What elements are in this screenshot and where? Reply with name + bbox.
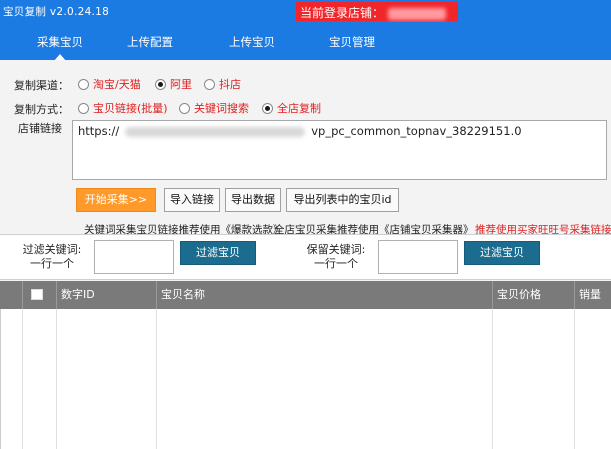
radio-channel-taobao[interactable]: 淘宝/天猫 bbox=[78, 76, 141, 92]
grid-divider bbox=[492, 309, 493, 449]
radio-method-whole-store[interactable]: 全店复制 bbox=[262, 100, 321, 116]
radio-label: 阿里 bbox=[170, 78, 192, 91]
exclude-keywords-label: 过滤关键词: 一行一个 bbox=[22, 243, 82, 271]
grid-divider bbox=[22, 309, 23, 449]
col-sales[interactable]: 销量 bbox=[574, 281, 611, 309]
radio-label: 淘宝/天猫 bbox=[93, 78, 141, 91]
method-label: 复制方式： bbox=[14, 103, 69, 116]
url-suffix: vp_pc_common_topnav_38229151.0 bbox=[311, 124, 522, 138]
tab-collect-items[interactable]: 采集宝贝 bbox=[30, 34, 90, 61]
current-store-label: 当前登录店铺： bbox=[300, 6, 385, 20]
tab-upload-config[interactable]: 上传配置 bbox=[120, 34, 180, 50]
channel-label: 复制渠道： bbox=[14, 79, 69, 92]
col-numeric-id[interactable]: 数字ID bbox=[56, 281, 156, 309]
radio-label: 抖店 bbox=[219, 78, 241, 91]
url-redacted bbox=[125, 126, 306, 137]
import-links-button[interactable]: 导入链接 bbox=[164, 188, 220, 212]
keep-label-line1: 保留关键词: bbox=[306, 243, 366, 256]
exclude-filter-button[interactable]: 过滤宝贝 bbox=[180, 241, 256, 265]
export-item-ids-button[interactable]: 导出列表中的宝贝id bbox=[286, 188, 399, 212]
app-title: 宝贝复制 v2.0.24.18 bbox=[3, 6, 110, 18]
col-item-name[interactable]: 宝贝名称 bbox=[156, 281, 492, 309]
radio-method-keyword[interactable]: 关键词搜索 bbox=[179, 100, 249, 116]
radio-dot bbox=[155, 78, 166, 90]
grid-divider bbox=[156, 309, 157, 449]
title-bar: 宝贝复制 v2.0.24.18 当前登录店铺： bbox=[0, 0, 611, 22]
radio-channel-douyin[interactable]: 抖店 bbox=[204, 76, 241, 92]
exclude-label-line1: 过滤关键词: bbox=[22, 243, 82, 256]
grid-divider bbox=[56, 309, 57, 449]
export-data-button[interactable]: 导出数据 bbox=[225, 188, 281, 212]
radio-channel-ali[interactable]: 阿里 bbox=[155, 76, 192, 92]
radio-label: 关键词搜索 bbox=[194, 102, 249, 115]
select-all-column[interactable] bbox=[22, 281, 56, 309]
filter-panel: 过滤关键词: 一行一个 过滤宝贝 保留关键词: 一行一个 过滤宝贝 bbox=[0, 234, 611, 280]
store-link-label: 店铺链接 bbox=[18, 122, 62, 135]
keep-label-line2: 一行一个 bbox=[314, 257, 358, 270]
radio-label: 全店复制 bbox=[277, 102, 321, 115]
radio-dot bbox=[204, 78, 215, 90]
collect-panel: 复制渠道： 淘宝/天猫 阿里 抖店 复制方式： 宝贝链接(批量) 关键词搜索 全… bbox=[0, 60, 611, 449]
grid-divider bbox=[574, 309, 575, 449]
tab-item-management[interactable]: 宝贝管理 bbox=[322, 34, 382, 50]
keep-filter-button[interactable]: 过滤宝贝 bbox=[464, 241, 540, 265]
keep-keywords-input[interactable] bbox=[378, 240, 458, 274]
item-grid-header: 数字ID 宝贝名称 宝贝价格 销量 bbox=[0, 281, 611, 309]
exclude-label-line2: 一行一个 bbox=[30, 257, 74, 270]
radio-dot bbox=[78, 102, 89, 114]
url-prefix: https:// bbox=[78, 124, 120, 138]
item-grid-body[interactable] bbox=[0, 309, 611, 449]
tab-upload-items[interactable]: 上传宝贝 bbox=[222, 34, 282, 50]
store-name-redacted bbox=[388, 7, 447, 20]
exclude-keywords-input[interactable] bbox=[94, 240, 174, 274]
select-all-checkbox[interactable] bbox=[31, 289, 43, 300]
col-item-price[interactable]: 宝贝价格 bbox=[492, 281, 574, 309]
radio-dot bbox=[179, 102, 190, 114]
radio-label: 宝贝链接(批量) bbox=[93, 102, 168, 115]
radio-dot bbox=[78, 78, 89, 90]
current-store-badge: 当前登录店铺： bbox=[296, 2, 458, 21]
main-nav: 采集宝贝 上传配置 上传宝贝 宝贝管理 bbox=[0, 22, 611, 61]
keep-keywords-label: 保留关键词: 一行一个 bbox=[306, 243, 366, 271]
store-link-input[interactable]: https:// vp_pc_common_topnav_38229151.0 bbox=[72, 120, 607, 180]
radio-method-links[interactable]: 宝贝链接(批量) bbox=[78, 100, 168, 116]
radio-dot bbox=[262, 102, 273, 114]
start-collect-button[interactable]: 开始采集>> bbox=[76, 188, 156, 212]
